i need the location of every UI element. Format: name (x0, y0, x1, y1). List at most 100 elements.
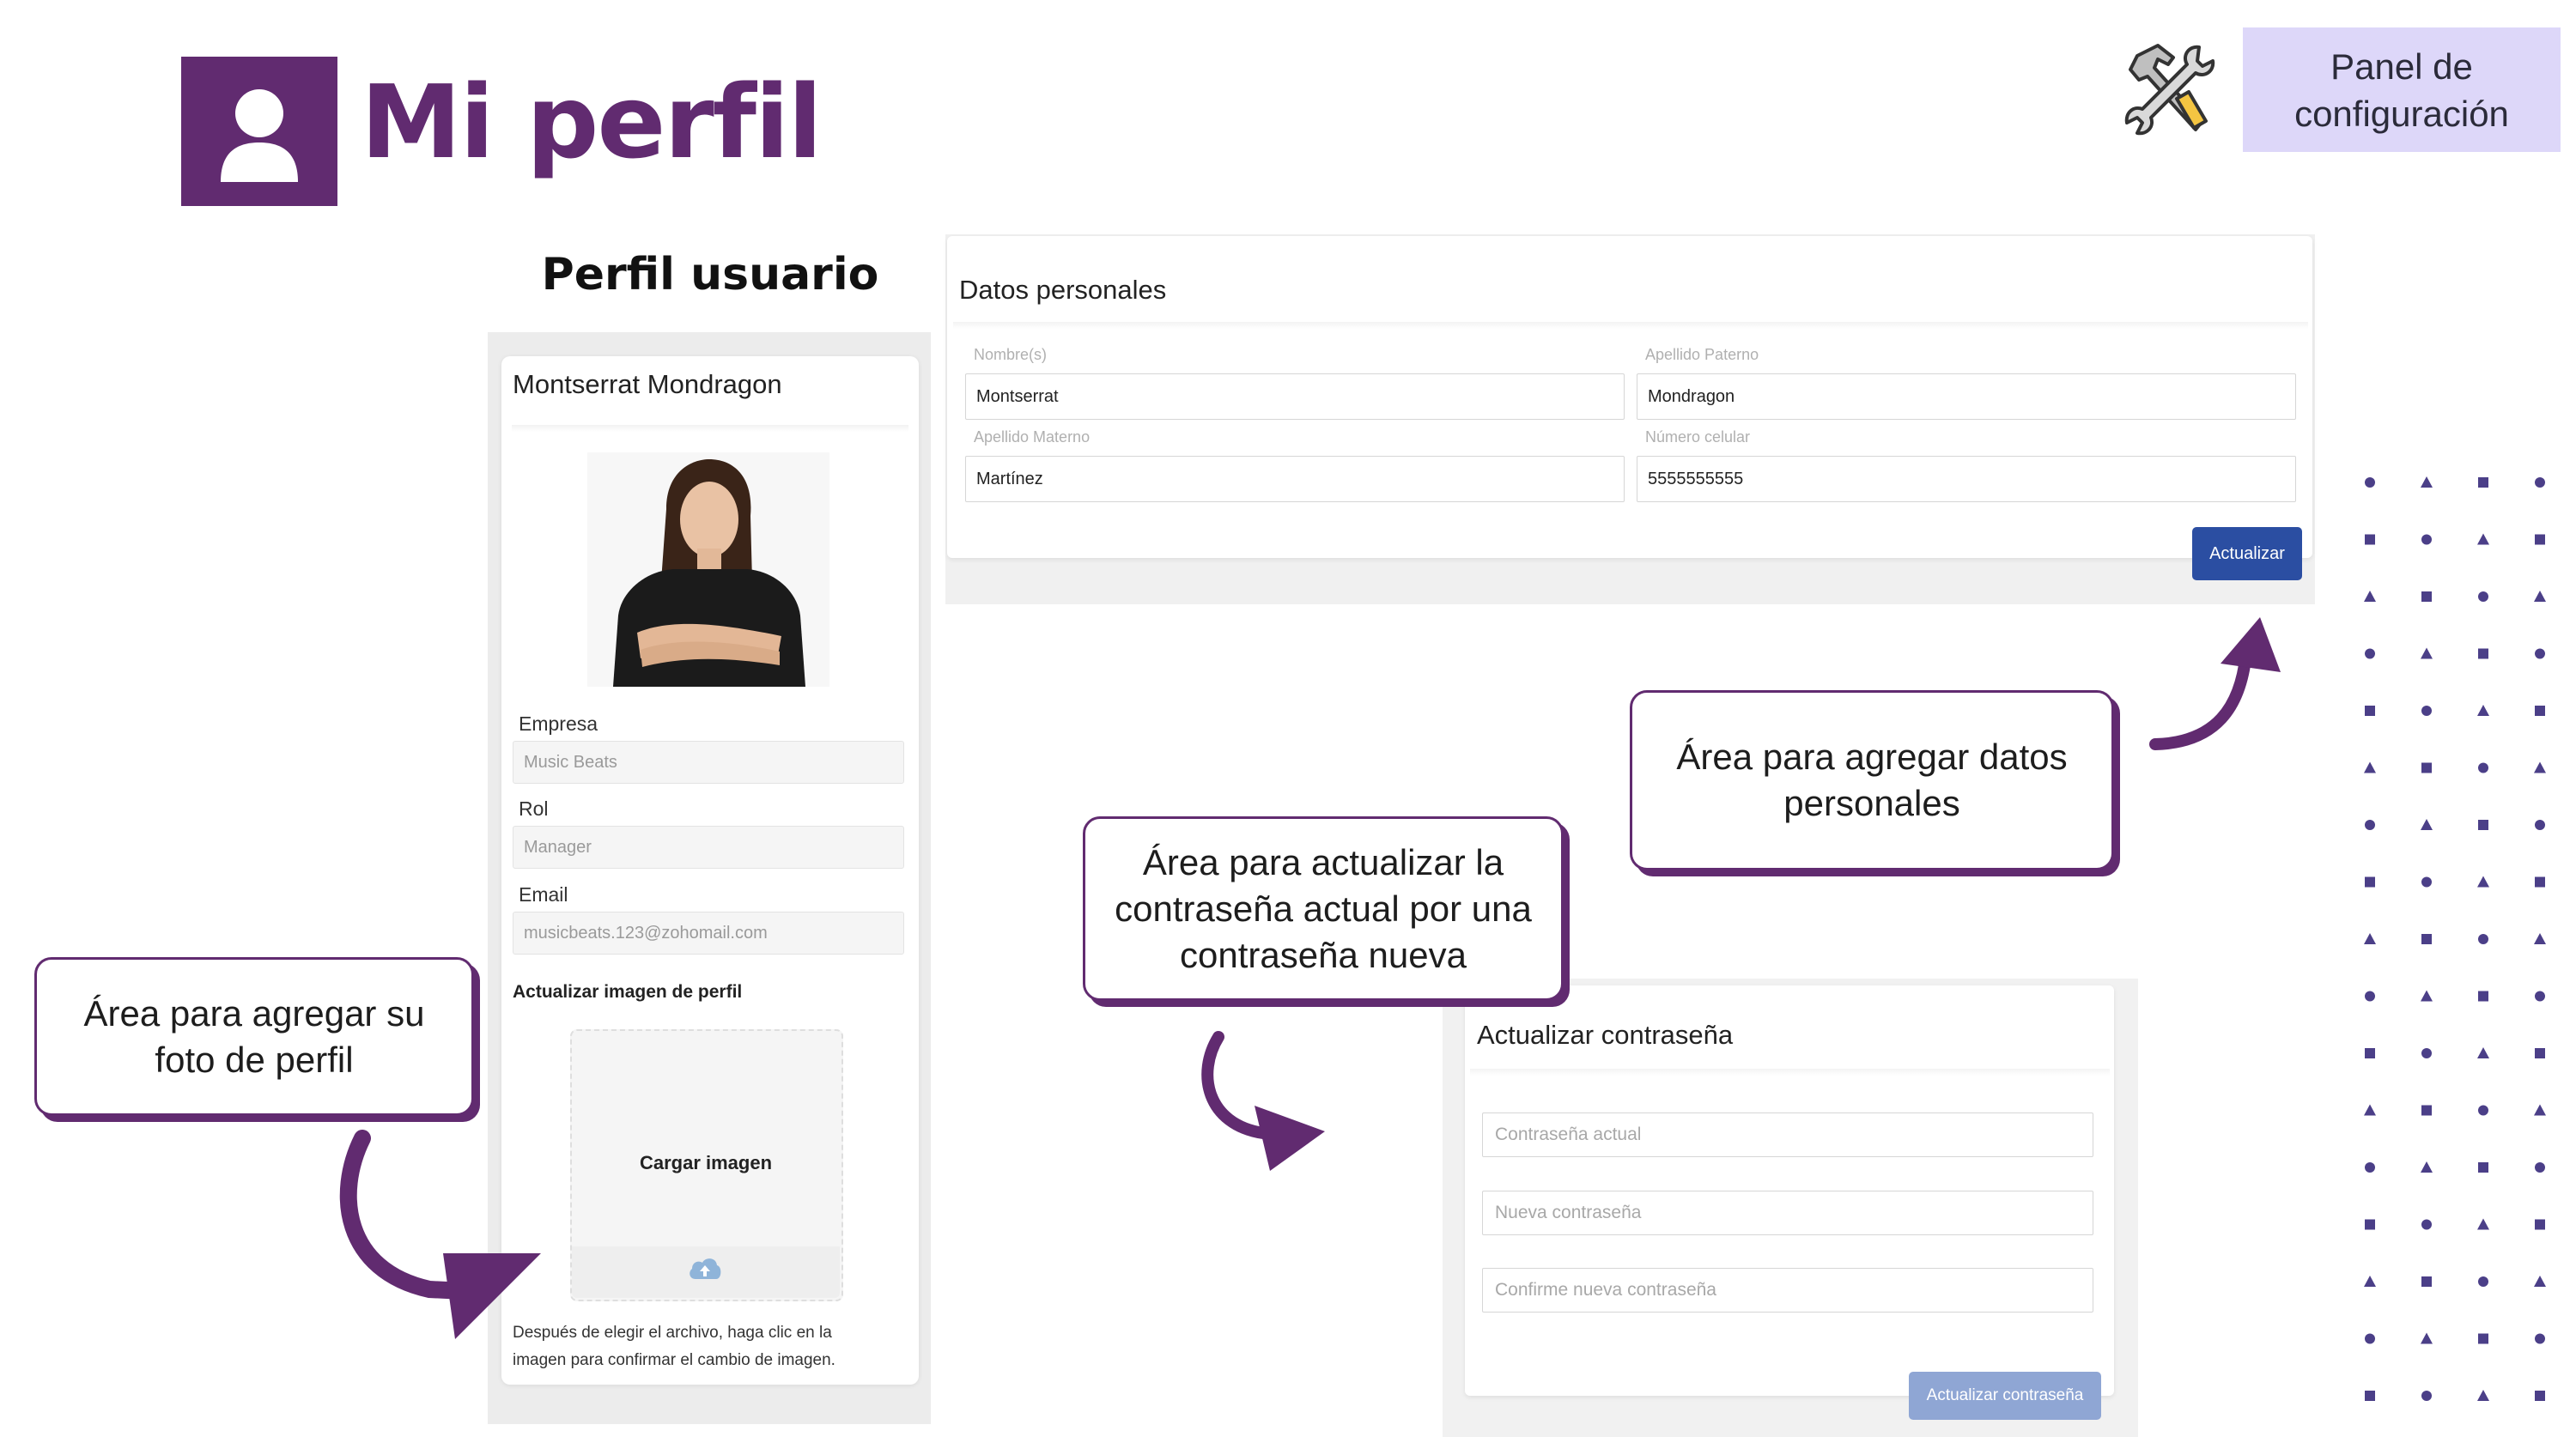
section-title: Perfil usuario (541, 249, 879, 300)
pattern-shape (2364, 1104, 2376, 1116)
email-field: musicbeats.123@zohomail.com (513, 912, 904, 955)
pattern-shape (2535, 1048, 2545, 1058)
first-name-input[interactable]: Montserrat (965, 373, 1625, 420)
cloud-upload-icon[interactable] (687, 1253, 723, 1282)
maternal-surname-label: Apellido Materno (974, 428, 1091, 446)
callout-personal-data: Área para agregar datos personales (1630, 690, 2114, 870)
pattern-shape (2535, 706, 2545, 716)
pattern-shape (2421, 1219, 2432, 1230)
hammer-wrench-icon (2117, 39, 2221, 142)
pattern-shape (2365, 648, 2375, 659)
pattern-shape (2535, 1333, 2545, 1344)
user-icon (221, 89, 298, 182)
company-label: Empresa (519, 712, 598, 735)
pattern-shape (2364, 1276, 2376, 1287)
first-name-label: Nombre(s) (974, 346, 1048, 363)
divider (1470, 1069, 2110, 1076)
pattern-shape (2421, 647, 2433, 659)
phone-input[interactable]: 5555555555 (1637, 456, 2296, 502)
new-password-input[interactable]: Nueva contraseña (1482, 1191, 2093, 1235)
company-field: Music Beats (513, 741, 904, 784)
pattern-shape (2421, 1105, 2432, 1116)
paternal-surname-input[interactable]: Mondragon (1637, 373, 2296, 420)
decorative-pattern (2364, 476, 2546, 1401)
pattern-shape (2535, 648, 2545, 659)
pattern-shape (2365, 1333, 2375, 1344)
pattern-shape (2535, 534, 2545, 545)
pattern-shape (2421, 1332, 2433, 1344)
pattern-shape (2365, 820, 2375, 830)
pattern-shape (2365, 876, 2375, 888)
pattern-shape (2478, 991, 2488, 1002)
pattern-shape (2478, 477, 2488, 488)
pattern-shape (2364, 591, 2376, 602)
pattern-shape (2365, 1162, 2375, 1173)
confirm-password-input[interactable]: Confirme nueva contraseña (1482, 1268, 2093, 1313)
config-panel-button[interactable]: Panel de configuración (2243, 27, 2561, 152)
pattern-shape (2421, 990, 2433, 1002)
pattern-shape (2478, 762, 2488, 773)
maternal-surname-input[interactable]: Martínez (965, 456, 1625, 502)
update-button[interactable]: Actualizar (2192, 527, 2302, 580)
role-label: Rol (519, 797, 549, 820)
curved-arrow-icon (339, 1130, 541, 1339)
pattern-shape (2421, 876, 2432, 888)
pattern-shape (2421, 819, 2433, 830)
pattern-shape (2421, 934, 2432, 944)
pattern-shape (2421, 476, 2433, 488)
upload-instruction: Después de elegir el archivo, haga clic … (513, 1324, 835, 1369)
divider (512, 425, 908, 432)
pattern-shape (2421, 1161, 2433, 1173)
pattern-shape (2365, 1219, 2375, 1230)
pattern-shape (2477, 705, 2489, 716)
pattern-shape (2534, 591, 2546, 602)
pattern-shape (2477, 533, 2489, 545)
curved-arrow-icon (1201, 1031, 1325, 1171)
pattern-shape (2478, 1333, 2488, 1344)
pattern-shape (2421, 762, 2432, 773)
pattern-shape (2478, 1276, 2488, 1287)
pattern-shape (2534, 761, 2546, 773)
password-title: Actualizar contraseña (1477, 1020, 1734, 1050)
divider (953, 322, 2308, 329)
pattern-shape (2365, 477, 2375, 488)
pattern-shape (2421, 1391, 2432, 1401)
pattern-shape (2365, 534, 2375, 545)
pattern-shape (2535, 876, 2545, 888)
pattern-shape (2478, 820, 2488, 830)
pattern-shape (2365, 1048, 2375, 1058)
email-label: Email (519, 883, 568, 906)
pattern-shape (2365, 991, 2375, 1002)
pattern-shape (2365, 706, 2375, 716)
pattern-shape (2477, 1047, 2489, 1058)
pattern-shape (2535, 820, 2545, 830)
pattern-shape (2534, 1276, 2546, 1287)
current-password-input[interactable]: Contraseña actual (1482, 1113, 2093, 1157)
pattern-shape (2534, 933, 2546, 944)
paternal-surname-label: Apellido Paterno (1645, 346, 1759, 363)
pattern-shape (2535, 477, 2545, 488)
role-field: Manager (513, 826, 904, 869)
phone-label: Número celular (1645, 428, 1751, 446)
profile-photo[interactable] (587, 452, 829, 687)
pattern-shape (2478, 648, 2488, 659)
pattern-shape (2478, 1105, 2488, 1116)
callout-password: Área para actualizar la contraseña actua… (1083, 816, 1564, 1001)
pattern-shape (2478, 591, 2488, 602)
profile-name: Montserrat Mondragon (513, 369, 782, 399)
upload-image-label: Cargar imagen (639, 1152, 773, 1173)
pattern-shape (2421, 591, 2432, 602)
profile-header-icon (181, 57, 337, 206)
pattern-shape (2534, 1104, 2546, 1116)
pattern-shape (2478, 1162, 2488, 1173)
pattern-shape (2478, 934, 2488, 944)
pattern-shape (2365, 1391, 2375, 1401)
pattern-shape (2535, 1219, 2545, 1230)
pattern-shape (2535, 1162, 2545, 1173)
pattern-shape (2364, 933, 2376, 944)
pattern-shape (2421, 534, 2432, 545)
pattern-shape (2364, 761, 2376, 773)
pattern-shape (2535, 991, 2545, 1002)
pattern-shape (2477, 1218, 2489, 1230)
update-password-button[interactable]: Actualizar contraseña (1909, 1372, 2101, 1420)
